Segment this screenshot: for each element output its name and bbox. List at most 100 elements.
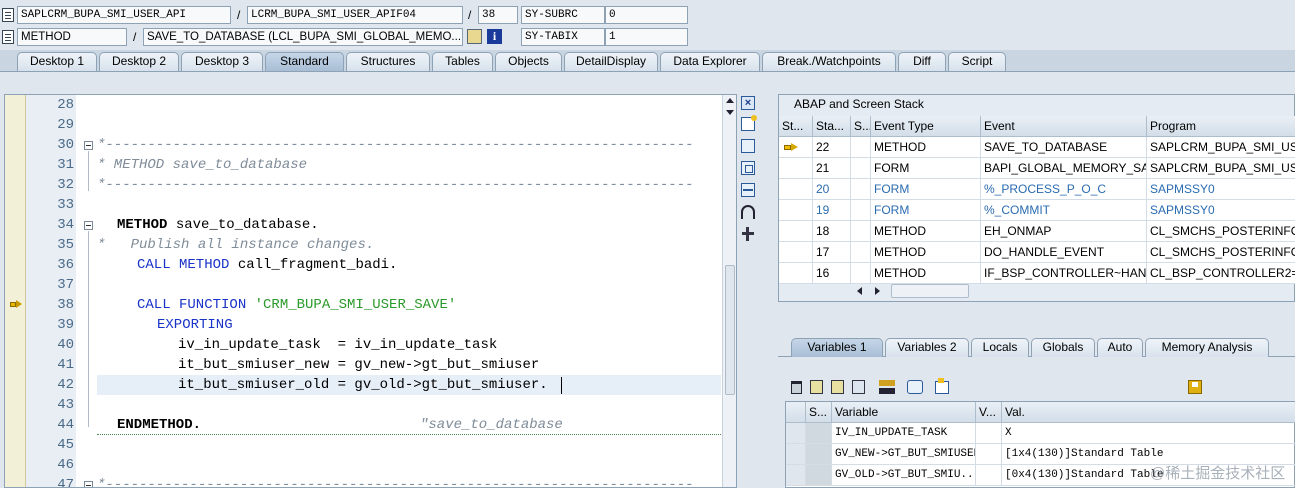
tab-memory-analysis[interactable]: Memory Analysis: [1145, 338, 1269, 357]
program-icon: [2, 8, 14, 22]
event-type-field[interactable]: METHOD: [17, 28, 127, 46]
variable-cell-status: [806, 444, 832, 465]
tab-locals[interactable]: Locals: [971, 338, 1029, 357]
variable-cell-name[interactable]: GV_NEW->GT_BUT_SMIUSER: [832, 444, 976, 465]
keyword: METHOD: [117, 217, 168, 233]
close-icon[interactable]: ×: [741, 96, 755, 110]
stack-cell-event: %_PROCESS_P_O_C: [981, 179, 1147, 200]
tab-auto[interactable]: Auto: [1097, 338, 1143, 357]
tab-script[interactable]: Script: [948, 52, 1006, 71]
variable-cell-value[interactable]: X: [1002, 423, 1295, 444]
stack-cell-level: 21: [813, 158, 851, 179]
variable-cell-name[interactable]: GV_OLD->GT_BUT_SMIU...: [832, 465, 976, 486]
structure-icon[interactable]: [879, 380, 895, 394]
fold-toggle[interactable]: [84, 481, 93, 487]
scroll-down-icon[interactable]: [726, 110, 734, 115]
line-number: 43: [57, 397, 74, 413]
row-selector-header[interactable]: [786, 402, 806, 423]
variable-cell-selector[interactable]: [786, 465, 806, 486]
variable-cell-vflag: [976, 423, 1002, 444]
tab-variables-2[interactable]: Variables 2: [885, 338, 969, 357]
sysvar1-name-field[interactable]: SY-SUBRC: [521, 6, 605, 24]
tab-data-explorer[interactable]: Data Explorer: [660, 52, 760, 71]
code-line-40: iv_in_update_task = iv_in_update_task: [178, 337, 498, 353]
program-field[interactable]: SAPLCRM_BUPA_SMI_USER_API: [17, 6, 231, 24]
delete-icon[interactable]: [791, 381, 802, 394]
navigate-icon[interactable]: [467, 29, 482, 44]
tab-objects[interactable]: Objects: [495, 52, 562, 71]
edit-row-icon[interactable]: [831, 380, 844, 394]
tab-structures[interactable]: Structures: [346, 52, 430, 71]
editor-scrollbar[interactable]: [722, 95, 736, 487]
tab-diff[interactable]: Diff: [898, 52, 946, 71]
breakpoint-gutter[interactable]: [5, 95, 26, 487]
stack-row[interactable]: 19 FORM %_COMMIT SAPMSSY0: [779, 200, 1295, 221]
stack-row[interactable]: 21 FORM BAPI_GLOBAL_MEMORY_SA... SAPLCRM_BU…: [779, 158, 1295, 179]
column-header[interactable]: S...: [851, 116, 871, 137]
column-header[interactable]: Event Type: [871, 116, 981, 137]
column-header[interactable]: Variable: [832, 402, 976, 423]
scroll-left-icon[interactable]: [857, 287, 862, 295]
current-frame-arrow-icon: [784, 143, 798, 152]
tab-standard[interactable]: Standard: [265, 52, 344, 71]
line-number: 46: [57, 457, 74, 473]
column-header[interactable]: V...: [976, 402, 1002, 423]
stack-row[interactable]: 18 METHOD EH_ONMAP CL_SMCHS_POSTERINFO...: [779, 221, 1295, 242]
sysvar2-name-field[interactable]: SY-TABIX: [521, 28, 605, 46]
copy-row-icon[interactable]: [852, 380, 865, 394]
column-header[interactable]: Val.: [1002, 402, 1295, 423]
column-header[interactable]: St...: [779, 116, 813, 137]
stack-row[interactable]: 22 METHOD SAVE_TO_DATABASE SAPLCRM_BUPA_SMI…: [779, 137, 1295, 158]
scroll-thumb[interactable]: [725, 265, 735, 395]
line-number: 33: [57, 197, 74, 213]
sysvar1-value-field[interactable]: 0: [605, 6, 688, 24]
stack-row[interactable]: 16 METHOD IF_BSP_CONTROLLER~HAN... CL_BSP_C…: [779, 263, 1295, 284]
new-tool-icon[interactable]: [741, 115, 757, 131]
fold-toggle[interactable]: [84, 221, 93, 230]
maximize-icon[interactable]: [741, 161, 755, 175]
insert-row-icon[interactable]: [810, 380, 823, 394]
scroll-right-icon[interactable]: [875, 287, 880, 295]
tab-desktop-3[interactable]: Desktop 3: [181, 52, 263, 71]
scroll-up-icon[interactable]: [726, 98, 734, 103]
info-icon[interactable]: i: [487, 29, 502, 44]
line-number: 42: [57, 377, 74, 393]
stack-cell-event: SAVE_TO_DATABASE: [981, 137, 1147, 158]
tab-desktop-2[interactable]: Desktop 2: [99, 52, 179, 71]
stack-cell-type: METHOD: [871, 137, 981, 158]
column-header[interactable]: Event: [981, 116, 1147, 137]
settings-tool-icon[interactable]: [741, 227, 755, 241]
tab-tables[interactable]: Tables: [432, 52, 493, 71]
variable-cell-status: [806, 465, 832, 486]
sysvar2-value-field[interactable]: 1: [605, 28, 688, 46]
tab-breakpoints[interactable]: Break./Watchpoints: [762, 52, 896, 71]
variable-cell-name[interactable]: IV_IN_UPDATE_TASK: [832, 423, 976, 444]
scroll-thumb[interactable]: [891, 284, 969, 298]
stack-hscroll[interactable]: [855, 284, 969, 298]
stack-row[interactable]: 20 FORM %_PROCESS_P_O_C SAPMSSY0: [779, 179, 1295, 200]
fold-toggle[interactable]: [84, 141, 93, 150]
open-tool-icon[interactable]: [935, 378, 949, 394]
split-icon[interactable]: [741, 183, 755, 197]
transfer-icon[interactable]: [907, 380, 923, 394]
event-field[interactable]: SAVE_TO_DATABASE (LCL_BUPA_SMI_GLOBAL_ME…: [143, 28, 463, 46]
stack-row[interactable]: 17 METHOD DO_HANDLE_EVENT CL_SMCHS_POSTERIN…: [779, 242, 1295, 263]
source-editor[interactable]: 28 29 30 31 32 33 34 35 36 37 38 39 40 4…: [4, 94, 737, 488]
column-header[interactable]: Sta...: [813, 116, 851, 137]
tab-variables-1[interactable]: Variables 1: [791, 338, 883, 357]
column-header[interactable]: Program: [1147, 116, 1295, 137]
save-icon[interactable]: [1188, 380, 1202, 394]
stack-cell-status: [779, 242, 813, 263]
pane-splitter[interactable]: [778, 306, 1295, 324]
line-field[interactable]: 38: [478, 6, 518, 24]
swap-tool-icon[interactable]: [741, 139, 755, 153]
include-field[interactable]: LCRM_BUPA_SMI_USER_APIF04: [247, 6, 463, 24]
variable-cell-selector[interactable]: [786, 444, 806, 465]
column-header[interactable]: S...: [806, 402, 832, 423]
tab-detaildisplay[interactable]: DetailDisplay: [564, 52, 658, 71]
tab-desktop-1[interactable]: Desktop 1: [17, 52, 97, 71]
variable-row[interactable]: IV_IN_UPDATE_TASK X: [786, 423, 1295, 444]
tab-globals[interactable]: Globals: [1031, 338, 1095, 357]
services-icon[interactable]: [741, 205, 755, 219]
variable-cell-selector[interactable]: [786, 423, 806, 444]
